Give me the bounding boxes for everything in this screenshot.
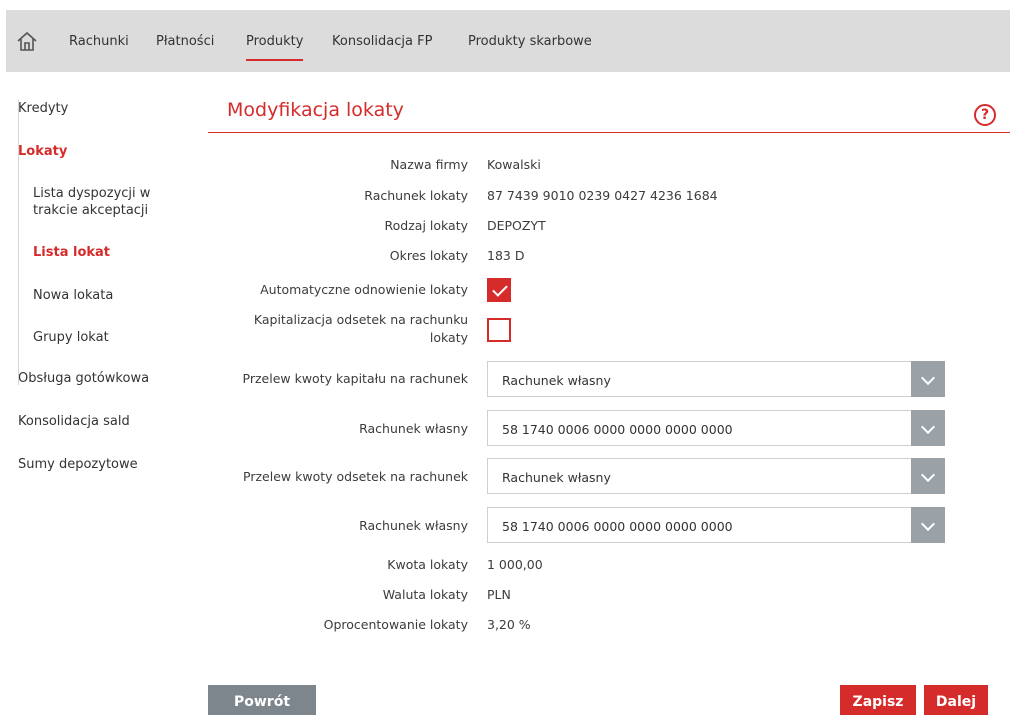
help-icon[interactable]: ?	[974, 104, 996, 126]
nav-produkty[interactable]: Produkty	[246, 34, 304, 61]
value-oprocentowanie: 3,20 %	[487, 617, 531, 632]
value-rodzaj-lokaty: DEPOZYT	[487, 218, 546, 233]
next-button[interactable]: Dalej	[924, 685, 988, 715]
value-rachunek-lokaty: 87 7439 9010 0239 0427 4236 1684	[487, 188, 718, 203]
label-kwota-lokaty: Kwota lokaty	[387, 557, 468, 572]
chevron-down-icon[interactable]	[911, 507, 945, 543]
sidebar-item-kredyty[interactable]: Kredyty	[18, 101, 68, 116]
sidebar-subitem-lista-dyspozycji[interactable]: Lista dyspozycji w trakcie akceptacji	[33, 185, 168, 219]
capitalization-checkbox[interactable]	[487, 318, 511, 342]
nav-platnosci[interactable]: Płatności	[156, 34, 214, 49]
label-rachunek-wlasny-2: Rachunek własny	[359, 518, 468, 533]
sidebar-item-konsolidacja-sald[interactable]: Konsolidacja sald	[18, 414, 130, 429]
capital-transfer-select[interactable]: Rachunek własny	[487, 361, 945, 397]
nav-produkty-skarbowe[interactable]: Produkty skarbowe	[468, 34, 592, 49]
label-okres-lokaty: Okres lokaty	[389, 248, 468, 263]
label-kapitalizacja-line2: lokaty	[429, 330, 468, 345]
chevron-down-icon[interactable]	[911, 410, 945, 446]
value-waluta-lokaty: PLN	[487, 587, 511, 602]
label-rodzaj-lokaty: Rodzaj lokaty	[384, 218, 468, 233]
interest-account-value: 58 1740 0006 0000 0000 0000 0000	[502, 519, 733, 534]
label-kapitalizacja: Kapitalizacja odsetek na rachunku lokaty	[254, 311, 468, 347]
back-button[interactable]: Powrót	[208, 685, 316, 715]
value-nazwa-firmy: Kowalski	[487, 157, 541, 172]
capital-account-value: 58 1740 0006 0000 0000 0000 0000	[502, 422, 733, 437]
sidebar-subitem-lista-lokat[interactable]: Lista lokat	[33, 245, 110, 260]
title-divider	[208, 132, 1010, 133]
label-waluta-lokaty: Waluta lokaty	[382, 587, 468, 602]
label-oprocentowanie: Oprocentowanie lokaty	[323, 617, 468, 632]
chevron-down-icon[interactable]	[911, 361, 945, 397]
label-rachunek-wlasny-1: Rachunek własny	[359, 421, 468, 436]
label-automatyczne-odnowienie: Automatyczne odnowienie lokaty	[260, 282, 468, 297]
interest-account-select[interactable]: 58 1740 0006 0000 0000 0000 0000	[487, 507, 945, 543]
capital-transfer-value: Rachunek własny	[502, 373, 611, 388]
sidebar-item-lokaty[interactable]: Lokaty	[18, 144, 67, 159]
chevron-down-icon[interactable]	[911, 458, 945, 494]
save-button[interactable]: Zapisz	[840, 685, 916, 715]
value-kwota-lokaty: 1 000,00	[487, 557, 543, 572]
top-navigation: Rachunki Płatności Produkty Konsolidacja…	[6, 10, 1010, 72]
value-okres-lokaty: 183 D	[487, 248, 525, 263]
label-przelew-kapitalu: Przelew kwoty kapitału na rachunek	[242, 371, 468, 386]
sidebar-item-obsluga-gotowkowa[interactable]: Obsługa gotówkowa	[18, 371, 149, 386]
sidebar-subitem-nowa-lokata[interactable]: Nowa lokata	[33, 288, 113, 303]
interest-transfer-value: Rachunek własny	[502, 470, 611, 485]
submenu-divider	[18, 100, 19, 385]
label-rachunek-lokaty: Rachunek lokaty	[364, 188, 468, 203]
sidebar-item-sumy-depozytowe[interactable]: Sumy depozytowe	[18, 457, 138, 472]
label-kapitalizacja-line1: Kapitalizacja odsetek na rachunku	[253, 312, 468, 327]
page-title: Modyfikacja lokaty	[227, 99, 404, 121]
label-przelew-odsetek: Przelew kwoty odsetek na rachunek	[243, 469, 468, 484]
auto-renewal-checkbox[interactable]	[487, 278, 511, 302]
capital-account-select[interactable]: 58 1740 0006 0000 0000 0000 0000	[487, 410, 945, 446]
sidebar-subitem-grupy-lokat[interactable]: Grupy lokat	[33, 330, 109, 345]
nav-konsolidacja-fp[interactable]: Konsolidacja FP	[332, 34, 432, 49]
nav-rachunki[interactable]: Rachunki	[69, 34, 129, 49]
home-icon[interactable]	[16, 30, 38, 52]
label-nazwa-firmy: Nazwa firmy	[390, 157, 468, 172]
interest-transfer-select[interactable]: Rachunek własny	[487, 458, 945, 494]
